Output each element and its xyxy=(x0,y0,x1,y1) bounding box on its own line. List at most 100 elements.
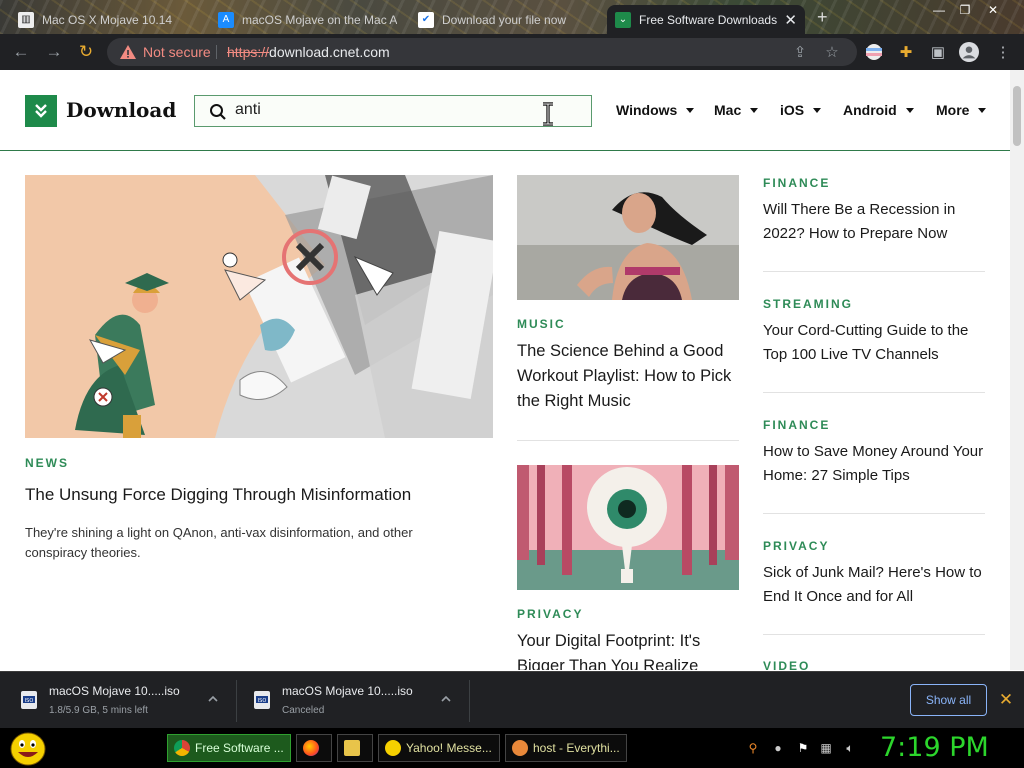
divider xyxy=(763,513,985,514)
side-category-streaming[interactable]: STREAMING xyxy=(763,297,853,311)
nav-mac[interactable]: Mac xyxy=(714,102,759,118)
text-cursor-icon xyxy=(543,102,553,126)
tab-mojave-iso[interactable]: ▥ Mac OS X Mojave 10.14 xyxy=(10,5,205,34)
close-tab-icon[interactable]: ✕ xyxy=(784,11,797,29)
url-scheme: https:// xyxy=(227,44,270,60)
side-panel-icon[interactable]: ▣ xyxy=(928,42,948,62)
tab-free-software[interactable]: ⌄ Free Software Downloads ✕ xyxy=(607,5,805,34)
url-host: download.cnet.com xyxy=(269,44,390,60)
feature-category[interactable]: NEWS xyxy=(25,456,69,470)
url-text[interactable]: https://download.cnet.com xyxy=(227,44,390,60)
bookmark-star-icon[interactable]: ☆ xyxy=(823,43,841,61)
profile-flag-icon[interactable] xyxy=(864,42,884,62)
network-icon[interactable]: ▦ xyxy=(818,740,834,756)
reload-icon[interactable]: ↻ xyxy=(76,42,96,62)
app-store-icon: A xyxy=(218,11,234,28)
site-header: Download Windows Mac iOS Android More xyxy=(0,70,1010,151)
article-category-music[interactable]: MUSIC xyxy=(517,317,566,331)
download-item[interactable]: ISO macOS Mojave 10.....iso 1.8/5.9 GB, … xyxy=(0,672,236,729)
chevron-down-icon xyxy=(813,107,822,113)
article-image-music[interactable] xyxy=(517,175,739,300)
article-headline-privacy[interactable]: Your Digital Footprint: It's Bigger Than… xyxy=(517,629,743,670)
search-input[interactable] xyxy=(235,101,575,119)
article-image-privacy[interactable] xyxy=(517,465,739,590)
feature-image[interactable] xyxy=(25,175,493,438)
search-tray-icon[interactable]: ⚲ xyxy=(745,740,761,756)
close-window-icon[interactable]: ✕ xyxy=(980,0,1006,20)
task-chrome[interactable]: Free Software ... xyxy=(167,734,291,762)
tab-title: Free Software Downloads xyxy=(639,12,778,27)
side-category-finance-2[interactable]: FINANCE xyxy=(763,418,830,432)
side-category-video[interactable]: VIDEO xyxy=(763,659,810,671)
tab-title: macOS Mojave on the Mac App Store xyxy=(242,12,397,27)
chrome-icon xyxy=(174,740,190,756)
nav-label: Mac xyxy=(714,102,742,118)
tab-download-file[interactable]: ✔ Download your file now xyxy=(410,5,605,34)
download-logo-icon: ⌄ xyxy=(615,11,631,28)
chevron-up-icon[interactable] xyxy=(206,692,220,706)
logo-text[interactable]: Download xyxy=(66,98,176,122)
address-bar[interactable]: Not secure https://download.cnet.com ⇪ ☆ xyxy=(107,38,857,66)
iso-file-icon: ISO xyxy=(254,691,270,709)
downloads-bar: ISO macOS Mojave 10.....iso 1.8/5.9 GB, … xyxy=(0,671,1024,728)
task-everything[interactable]: host - Everythi... xyxy=(505,734,627,762)
extensions-puzzle-icon[interactable]: ✚ xyxy=(896,42,916,62)
back-icon[interactable]: ← xyxy=(11,42,31,62)
task-folder[interactable] xyxy=(337,734,373,762)
task-label: Yahoo! Messe... xyxy=(406,741,492,755)
side-headline-cord-cutting[interactable]: Your Cord-Cutting Guide to the Top 100 L… xyxy=(763,319,988,367)
browser-tab-strip: ▥ Mac OS X Mojave 10.14 A macOS Mojave o… xyxy=(0,0,1024,34)
task-yahoo-messenger[interactable]: Yahoo! Messe... xyxy=(378,734,500,762)
share-icon[interactable]: ⇪ xyxy=(791,43,809,61)
nav-ios[interactable]: iOS xyxy=(780,102,822,118)
nav-more[interactable]: More xyxy=(936,102,987,118)
side-category-finance[interactable]: FINANCE xyxy=(763,176,830,190)
side-category-privacy[interactable]: PRIVACY xyxy=(763,539,829,553)
article-category-privacy[interactable]: PRIVACY xyxy=(517,607,583,621)
search-box[interactable] xyxy=(194,95,592,127)
clock[interactable]: 7:19 PM xyxy=(880,732,989,763)
avatar[interactable] xyxy=(959,42,979,62)
volume-icon[interactable]: 🔈︎ xyxy=(842,740,858,756)
restore-icon[interactable]: ❐ xyxy=(952,0,978,20)
feature-description: They're shining a light on QAnon, anti-v… xyxy=(25,525,413,560)
minimize-icon[interactable]: — xyxy=(926,0,952,20)
download-status: Canceled xyxy=(282,705,325,716)
firefox-icon xyxy=(303,740,319,756)
article-headline-music[interactable]: The Science Behind a Good Workout Playli… xyxy=(517,339,743,414)
show-all-button[interactable]: Show all xyxy=(910,684,987,716)
tab-app-store[interactable]: A macOS Mojave on the Mac App Store xyxy=(210,5,405,34)
svg-text:ISO: ISO xyxy=(258,698,267,704)
action-center-flag-icon[interactable]: ⚑ xyxy=(795,740,811,756)
nav-label: Windows xyxy=(616,102,678,118)
scrollbar-thumb[interactable] xyxy=(1013,86,1021,146)
chevron-up-icon[interactable] xyxy=(439,692,453,706)
nav-android[interactable]: Android xyxy=(843,102,914,118)
download-logo-icon[interactable] xyxy=(25,95,57,127)
feature-headline[interactable]: The Unsung Force Digging Through Misinfo… xyxy=(25,482,495,507)
new-tab-icon[interactable]: + xyxy=(817,7,828,28)
divider xyxy=(469,680,470,722)
side-headline-junk-mail[interactable]: Sick of Junk Mail? Here's How to End It … xyxy=(763,561,988,609)
svg-text:ISO: ISO xyxy=(25,698,34,704)
page-scrollbar[interactable] xyxy=(1010,70,1024,670)
menu-kebab-icon[interactable]: ⋮ xyxy=(993,42,1013,62)
smiley-start-icon[interactable] xyxy=(8,730,48,766)
nav-windows[interactable]: Windows xyxy=(616,102,695,118)
close-icon[interactable]: ✕ xyxy=(996,690,1016,710)
status-tray-icon[interactable]: ● xyxy=(770,740,786,756)
chevron-down-icon xyxy=(978,107,987,113)
chevron-down-icon xyxy=(905,107,914,113)
tab-title: Mac OS X Mojave 10.14 xyxy=(42,12,173,27)
forward-icon[interactable]: → xyxy=(44,42,64,62)
task-firefox[interactable] xyxy=(296,734,332,762)
side-headline-save-money[interactable]: How to Save Money Around Your Home: 27 S… xyxy=(763,440,988,488)
divider xyxy=(763,271,985,272)
security-label[interactable]: Not secure xyxy=(143,44,211,60)
side-headline-recession[interactable]: Will There Be a Recession in 2022? How t… xyxy=(763,198,988,246)
search-icon xyxy=(210,104,226,120)
everything-search-icon xyxy=(512,740,528,756)
download-item[interactable]: ISO macOS Mojave 10.....iso Canceled xyxy=(233,672,469,729)
folder-icon xyxy=(344,740,360,756)
iso-file-icon: ISO xyxy=(21,691,37,709)
